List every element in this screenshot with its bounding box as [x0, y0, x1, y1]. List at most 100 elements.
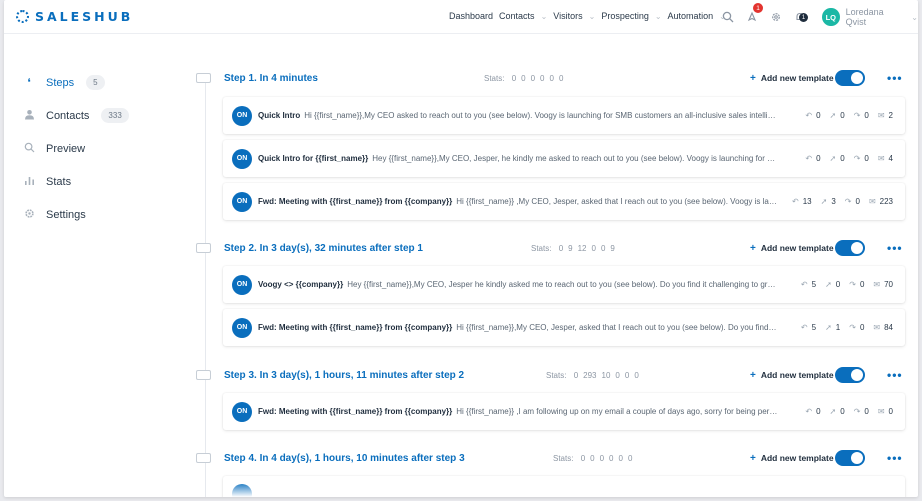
more-options-icon[interactable]: ••• [887, 71, 903, 85]
status-badge[interactable]: ON [232, 148, 252, 169]
rocket-icon[interactable]: 1 [741, 3, 763, 27]
more-options-icon[interactable]: ••• [887, 451, 903, 465]
reply-icon: ↶ [805, 111, 813, 120]
add-template-button[interactable]: + Add new template [750, 73, 834, 84]
reply-icon: ↶ [805, 407, 813, 416]
template-metrics: ↶ 0 ➚ 0 ↷ 0 ✉ 2 [796, 111, 893, 120]
bell-icon[interactable]: 1 [789, 7, 811, 27]
nav-dashboard[interactable]: Dashboard [449, 11, 493, 21]
bar-chart-icon [22, 175, 36, 189]
add-template-button[interactable]: + Add new template [750, 453, 834, 464]
stat-value: 0 [549, 73, 554, 83]
nav-prospecting[interactable]: Prospecting ⌄ [601, 11, 661, 21]
stat-value: 9 [610, 243, 615, 253]
metric-replies: ↶ 0 [805, 154, 820, 163]
stat-value: 0 [511, 73, 517, 83]
template-subject: Fwd: Meeting with {{first_name}} from {{… [258, 197, 453, 206]
metric-sent: ✉ 70 [873, 280, 893, 289]
stat-value: 0 [599, 453, 605, 463]
metric-value: 0 [816, 154, 821, 163]
metric-value: 5 [811, 280, 817, 289]
step-stats: Stats: 0 293 10 0 0 0 [546, 371, 639, 380]
metric-bounces: ↷ 0 [854, 154, 869, 163]
metric-value: 0 [859, 280, 865, 289]
notification-badge: 1 [753, 3, 763, 13]
sidebar-item-steps[interactable]: ❛ Steps 5 [4, 66, 174, 99]
nav-visitors[interactable]: Visitors ⌄ [553, 11, 595, 21]
sidebar-item-contacts[interactable]: Contacts 333 [4, 99, 174, 132]
status-badge[interactable]: ON [232, 105, 252, 126]
sidebar-item-preview[interactable]: Preview [4, 132, 174, 165]
template-metrics: ↶ 5 ➚ 0 ↷ 0 ✉ 70 [792, 280, 893, 289]
step-header: Step 4. In 4 day(s), 1 hours, 10 minutes… [194, 448, 906, 468]
search-icon[interactable] [717, 7, 739, 27]
step-title[interactable]: Step 3. In 3 day(s), 1 hours, 11 minutes… [224, 370, 464, 381]
sidebar-item-settings[interactable]: Settings [4, 198, 174, 231]
bounce-icon: ↷ [853, 154, 861, 163]
bounce-icon: ↷ [853, 111, 861, 120]
nav-label: Visitors [553, 11, 583, 21]
template-row[interactable]: ON Fwd: Meeting with {{first_name}} from… [223, 393, 905, 430]
status-badge[interactable]: ON [232, 317, 252, 338]
stats-label: Stats: [546, 370, 567, 380]
template-row[interactable]: ON Fwd: Meeting with {{first_name}} from… [223, 183, 905, 220]
template-subject: Quick Intro [258, 111, 301, 120]
template-row[interactable]: ON Quick Intro for {{first_name}} Hey {{f… [223, 140, 905, 177]
stat-value: 12 [577, 243, 587, 253]
bounce-icon: ↷ [844, 197, 852, 206]
nav-contacts[interactable]: Contacts ⌄ [499, 11, 547, 21]
metric-clicks: ➚ 0 [830, 154, 845, 163]
template-text: Quick Intro for {{first_name}} Hey {{firs… [258, 154, 778, 163]
footsteps-icon: ❛ [27, 77, 31, 89]
template-row[interactable]: ON Quick Intro Hi {{first_name}},My CEO a… [223, 97, 905, 134]
step-stats: Stats: 000000 [484, 74, 563, 83]
logo[interactable]: SALESHUB [16, 9, 133, 24]
user-menu[interactable]: LQ Loredana Qvist ⌄ [822, 7, 918, 27]
sidebar-item-stats[interactable]: Stats [4, 165, 174, 198]
metric-bounces: ↷ 0 [845, 197, 860, 206]
plus-icon: + [750, 369, 756, 381]
main-nav: Dashboard Contacts ⌄ Visitors ⌄ Prospectin… [449, 11, 732, 21]
metric-value: 70 [884, 280, 893, 289]
status-badge[interactable]: ON [232, 401, 252, 422]
stat-value: 0 [591, 243, 596, 253]
gear-icon[interactable] [765, 7, 787, 27]
more-options-icon[interactable]: ••• [887, 368, 903, 382]
template-subject: Fwd: Meeting with {{first_name}} from {{… [258, 407, 453, 416]
step-title[interactable]: Step 2. In 3 day(s), 32 minutes after st… [224, 243, 423, 254]
logo-icon [16, 10, 29, 23]
metric-value: 0 [864, 407, 869, 416]
mail-icon: ✉ [868, 197, 876, 206]
metric-value: 13 [802, 197, 812, 206]
metric-clicks: ➚ 1 [825, 323, 840, 332]
sidebar-item-label: Settings [46, 208, 86, 221]
step-title[interactable]: Step 4. In 4 day(s), 1 hours, 10 minutes… [224, 453, 465, 464]
step-stats: Stats: 000000 [553, 454, 632, 463]
step-stats: Stats: 0 9 12 0 0 9 [531, 244, 615, 253]
step-toggle[interactable] [835, 450, 865, 466]
nav-label: Dashboard [449, 11, 494, 21]
template-metrics: ↶ 5 ➚ 1 ↷ 0 ✉ 84 [792, 323, 893, 332]
cursor-icon: ➚ [825, 280, 832, 289]
steps-timeline [205, 80, 206, 497]
add-template-button[interactable]: + Add new template [750, 243, 834, 254]
step-toggle[interactable] [835, 240, 865, 256]
template-subject: Voogy <> {{company}} [258, 280, 344, 289]
status-badge[interactable]: ON [232, 274, 252, 295]
metric-replies: ↶ 0 [805, 111, 820, 120]
metric-value: 84 [884, 323, 893, 332]
more-options-icon[interactable]: ••• [887, 241, 903, 255]
step-toggle[interactable] [835, 70, 865, 86]
bounce-icon: ↷ [849, 280, 856, 289]
add-template-button[interactable]: + Add new template [750, 370, 834, 381]
step-title[interactable]: Step 1. In 4 minutes [224, 73, 318, 84]
template-row[interactable]: ON Fwd: Meeting with {{first_name}} from… [223, 309, 905, 346]
metric-clicks: ➚ 0 [825, 280, 840, 289]
reply-icon: ↶ [792, 197, 799, 206]
step-toggle[interactable] [835, 367, 865, 383]
status-badge[interactable]: ON [232, 191, 252, 212]
count-badge: 333 [101, 108, 129, 123]
template-metrics: ↶ 13 ➚ 3 ↷ 0 ✉ 223 [783, 197, 893, 206]
template-row[interactable]: ON Voogy <> {{company}} Hey {{first_name}… [223, 266, 905, 303]
envelope-icon [196, 370, 211, 380]
